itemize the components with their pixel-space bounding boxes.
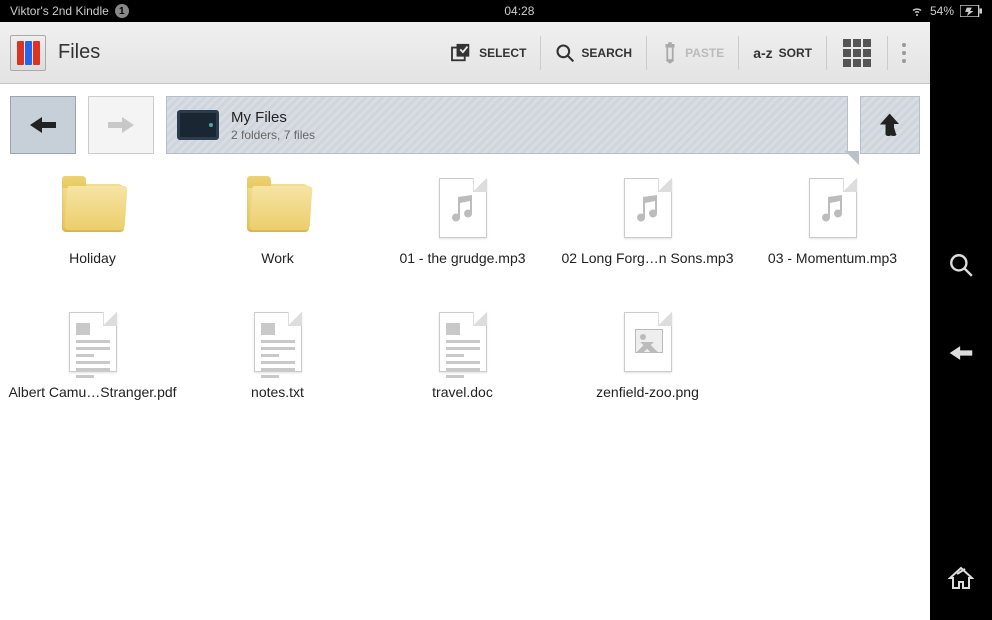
file-item[interactable]: travel.doc [370,306,555,436]
file-label: 03 - Momentum.mp3 [768,250,897,266]
document-file-icon [254,312,302,372]
search-icon [948,252,974,278]
folder-icon [62,184,124,232]
folder-item[interactable]: Holiday [0,172,185,302]
file-label: zenfield-zoo.png [596,384,699,400]
document-file-icon [439,312,487,372]
folder-item[interactable]: Work [185,172,370,302]
home-icon [948,566,974,590]
file-label: notes.txt [251,384,304,400]
path-title: My Files [231,109,315,126]
system-home-button[interactable] [948,566,974,595]
app-title: Files [58,41,100,64]
nav-back-button[interactable] [10,96,76,154]
notification-badge: 1 [115,4,129,18]
battery-percent: 54% [930,4,954,18]
overflow-icon [902,43,906,63]
select-button[interactable]: SELECT [437,32,540,74]
audio-file-icon [624,178,672,238]
folder-icon [247,184,309,232]
battery-icon [960,5,982,17]
system-back-button[interactable] [948,343,974,368]
paste-button: PASTE [647,32,738,74]
back-icon [948,343,974,363]
app-icon [10,35,46,71]
view-grid-button[interactable] [827,32,887,74]
device-name: Viktor's 2nd Kindle [10,4,109,18]
audio-file-icon [809,178,857,238]
arrow-left-icon [28,115,58,135]
file-label: travel.doc [432,384,493,400]
file-grid: Holiday Work 01 - the grudge.mp3 02 Long… [0,156,930,436]
overflow-menu-button[interactable] [888,32,920,74]
system-search-button[interactable] [948,252,974,283]
file-item[interactable]: 03 - Momentum.mp3 [740,172,925,302]
file-item[interactable]: 02 Long Forg…n Sons.mp3 [555,172,740,302]
search-icon [555,43,575,63]
device-icon [177,110,219,140]
file-label: 01 - the grudge.mp3 [399,250,525,266]
wifi-icon [910,5,924,17]
app-window: Files SELECT SEARCH PASTE a-z SORT [0,22,930,620]
file-item[interactable]: notes.txt [185,306,370,436]
file-item[interactable]: Albert Camu…Stranger.pdf [0,306,185,436]
image-file-icon [624,312,672,372]
file-label: Work [261,250,293,266]
arrow-up-icon [879,112,901,138]
sort-button[interactable]: a-z SORT [739,32,826,74]
search-button[interactable]: SEARCH [541,32,646,74]
arrow-right-icon [106,115,136,135]
audio-file-icon [439,178,487,238]
select-icon [451,43,473,63]
file-item[interactable]: zenfield-zoo.png [555,306,740,436]
toolbar: Files SELECT SEARCH PASTE a-z SORT [0,22,930,84]
clock: 04:28 [129,4,910,18]
path-subtitle: 2 folders, 7 files [231,128,315,142]
sort-icon: a-z [753,45,772,61]
nav-forward-button [88,96,154,154]
path-segment-current[interactable]: My Files 2 folders, 7 files [166,96,848,154]
grid-icon [843,39,871,67]
path-bar: My Files 2 folders, 7 files [0,84,930,156]
system-navbar [930,22,992,620]
status-bar: Viktor's 2nd Kindle 1 04:28 54% [0,0,992,22]
file-label: Holiday [69,250,116,266]
file-label: Albert Camu…Stranger.pdf [8,384,176,400]
paste-icon [661,42,679,64]
file-label: 02 Long Forg…n Sons.mp3 [562,250,734,266]
nav-up-button[interactable] [860,96,920,154]
document-file-icon [69,312,117,372]
file-item[interactable]: 01 - the grudge.mp3 [370,172,555,302]
